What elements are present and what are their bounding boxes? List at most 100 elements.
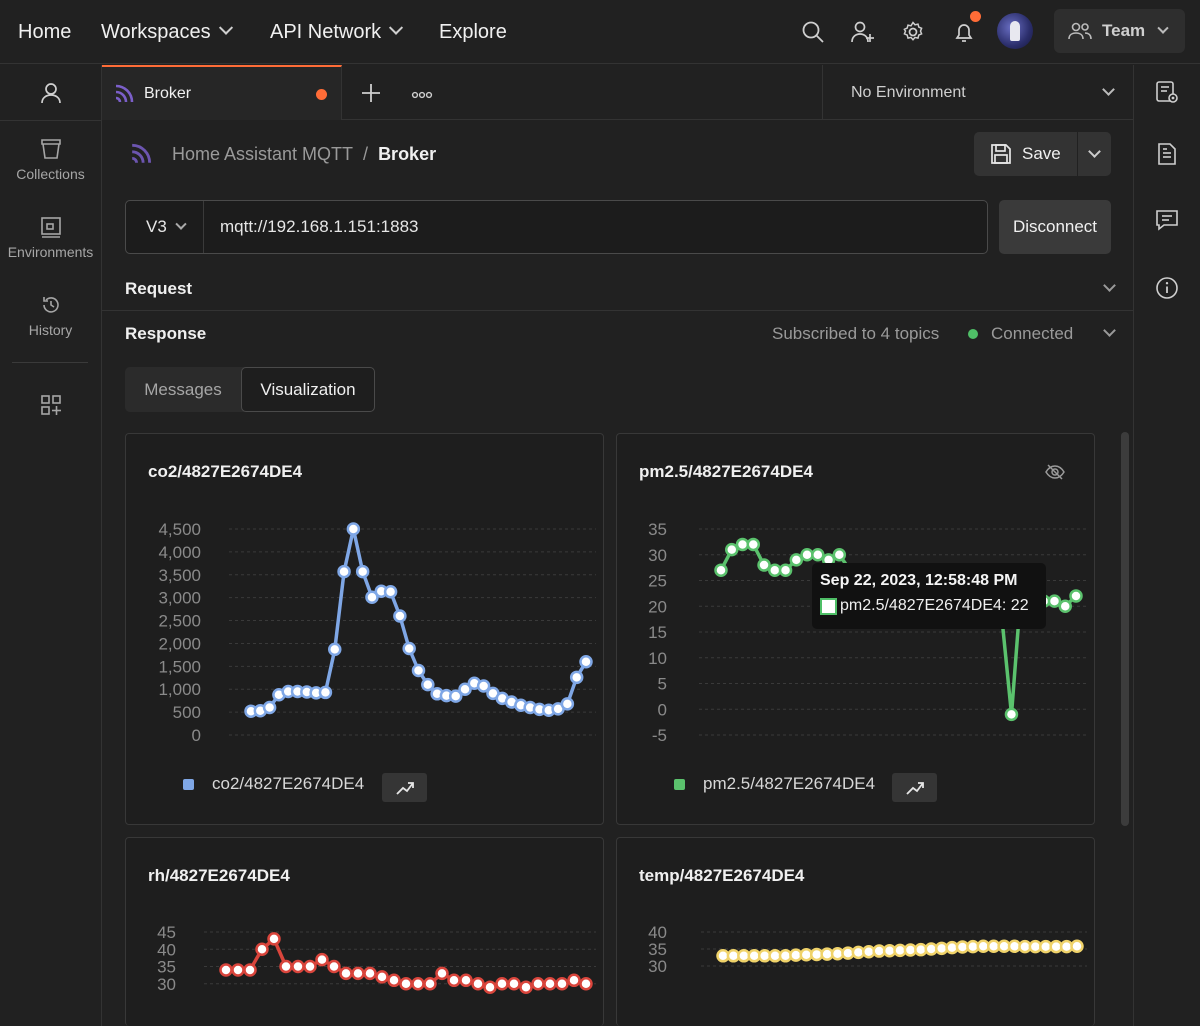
invite-user-icon[interactable] <box>847 16 879 48</box>
trend-toggle-button[interactable] <box>892 773 937 802</box>
sidebar-item-collections[interactable]: Collections <box>0 138 101 182</box>
subscriptions-count[interactable]: Subscribed to 4 topics <box>772 324 939 344</box>
tab-label: Broker <box>144 84 192 102</box>
y-tick-label: 2,500 <box>158 612 201 631</box>
y-tick-label: 15 <box>648 623 667 642</box>
sidebar-divider <box>12 362 88 363</box>
nav-explore-label: Explore <box>439 20 507 43</box>
chart-legend[interactable]: pm2.5/4827E2674DE4 <box>674 774 875 794</box>
data-point <box>495 977 509 991</box>
data-point <box>567 973 581 988</box>
chevron-down-icon[interactable] <box>1103 324 1116 337</box>
data-point <box>402 641 416 656</box>
environment-select[interactable]: No Environment <box>822 65 1133 120</box>
tooltip-title: Sep 22, 2023, 12:58:48 PM <box>820 572 1018 589</box>
data-point <box>746 537 761 552</box>
tab-visualization[interactable]: Visualization <box>241 367 375 412</box>
workspace-icon-button[interactable] <box>0 65 101 121</box>
y-tick-label: 0 <box>658 700 667 719</box>
data-point <box>459 973 473 988</box>
nav-workspaces-label: Workspaces <box>101 20 211 43</box>
info-icon[interactable] <box>1154 275 1180 301</box>
sidebar-item-label: Environments <box>7 244 94 260</box>
y-tick-label: 1,500 <box>158 657 201 676</box>
chart-card-pm25: pm2.5/4827E2674DE4 35 30 25 20 15 10 5 0 -5 pm2.… <box>616 433 1095 825</box>
save-button[interactable]: Save <box>974 132 1077 176</box>
apps-grid-icon <box>40 395 61 415</box>
data-point <box>579 655 593 669</box>
more-tabs-icon[interactable] <box>411 87 433 105</box>
data-point <box>363 966 377 981</box>
y-tick-label: 500 <box>173 703 201 722</box>
y-tick-label: 35 <box>648 520 667 539</box>
chevron-down-icon[interactable] <box>1103 279 1116 292</box>
nav-api-network-label: API Network <box>270 20 382 43</box>
response-section-header[interactable]: Response <box>125 324 206 344</box>
y-tick-label: 3,500 <box>158 566 201 585</box>
settings-gear-icon[interactable] <box>897 16 929 48</box>
request-section-header[interactable]: Request <box>125 279 192 299</box>
data-point <box>1069 589 1083 603</box>
trend-up-icon <box>395 781 414 795</box>
data-point <box>1070 939 1084 954</box>
mqtt-version-select[interactable]: V3 <box>126 201 204 253</box>
breadcrumb-current[interactable]: Broker <box>378 144 436 165</box>
team-button[interactable]: Team <box>1054 9 1185 53</box>
data-point <box>279 959 293 974</box>
sidebar-item-environments[interactable]: Environments <box>0 216 101 260</box>
data-point <box>483 980 497 994</box>
data-point <box>569 670 584 685</box>
pm25-chart: 35 30 25 20 15 10 5 0 -5 <box>648 520 1086 745</box>
save-options-button[interactable] <box>1078 132 1111 176</box>
environment-quicklook-icon[interactable] <box>1154 79 1180 105</box>
nav-api-network[interactable]: API Network <box>270 0 404 64</box>
connection-status: Connected <box>991 324 1074 343</box>
documentation-icon[interactable] <box>1154 141 1180 167</box>
y-tick-label: 2,000 <box>158 634 201 653</box>
data-point <box>219 963 233 977</box>
nav-workspaces[interactable]: Workspaces <box>101 0 233 64</box>
chart-card-temp: temp/4827E2674DE4 40 35 30 <box>616 837 1095 1026</box>
environment-label: No Environment <box>851 83 966 101</box>
history-icon <box>42 297 59 313</box>
tab-messages[interactable]: Messages <box>125 367 241 412</box>
data-point <box>1058 599 1072 613</box>
url-input[interactable]: mqtt://192.168.1.151:1883 <box>204 217 419 237</box>
section-divider <box>102 310 1133 311</box>
right-sidebar <box>1133 65 1200 1026</box>
sidebar-configure-button[interactable] <box>0 394 101 422</box>
data-point <box>267 932 281 946</box>
comments-icon[interactable] <box>1154 207 1180 233</box>
data-point <box>387 973 401 988</box>
data-point <box>318 685 333 700</box>
tab-broker[interactable]: Broker <box>102 65 342 120</box>
team-icon <box>1068 22 1092 40</box>
rh-chart: 45403530 <box>157 923 596 994</box>
chart-legend[interactable]: co2/4827E2674DE4 <box>183 774 364 794</box>
scrollbar[interactable] <box>1121 432 1129 826</box>
search-icon[interactable] <box>797 16 829 48</box>
nav-explore[interactable]: Explore <box>439 0 507 64</box>
data-point <box>383 584 398 599</box>
data-point <box>832 548 847 562</box>
breadcrumb-collection[interactable]: Home Assistant MQTT <box>172 144 353 165</box>
avatar[interactable] <box>997 13 1033 49</box>
disconnect-button[interactable]: Disconnect <box>999 200 1111 254</box>
tooltip-value: pm2.5/4827E2674DE4: 22 <box>840 597 1029 614</box>
user-icon <box>40 82 61 103</box>
sidebar-item-history[interactable]: History <box>0 294 101 338</box>
legend-swatch <box>183 778 194 790</box>
trend-toggle-button[interactable] <box>382 773 427 802</box>
data-point <box>543 977 557 991</box>
data-point <box>393 609 407 623</box>
mqtt-icon <box>115 84 134 102</box>
new-tab-icon[interactable] <box>360 82 382 109</box>
data-point <box>435 966 449 981</box>
chevron-down-icon <box>1157 22 1169 34</box>
data-point <box>411 977 425 991</box>
data-point <box>346 522 361 536</box>
nav-home[interactable]: Home <box>18 0 71 64</box>
breadcrumb: Home Assistant MQTT / Broker <box>130 140 436 168</box>
y-tick-label: 4,000 <box>158 543 201 562</box>
data-point <box>303 959 317 974</box>
